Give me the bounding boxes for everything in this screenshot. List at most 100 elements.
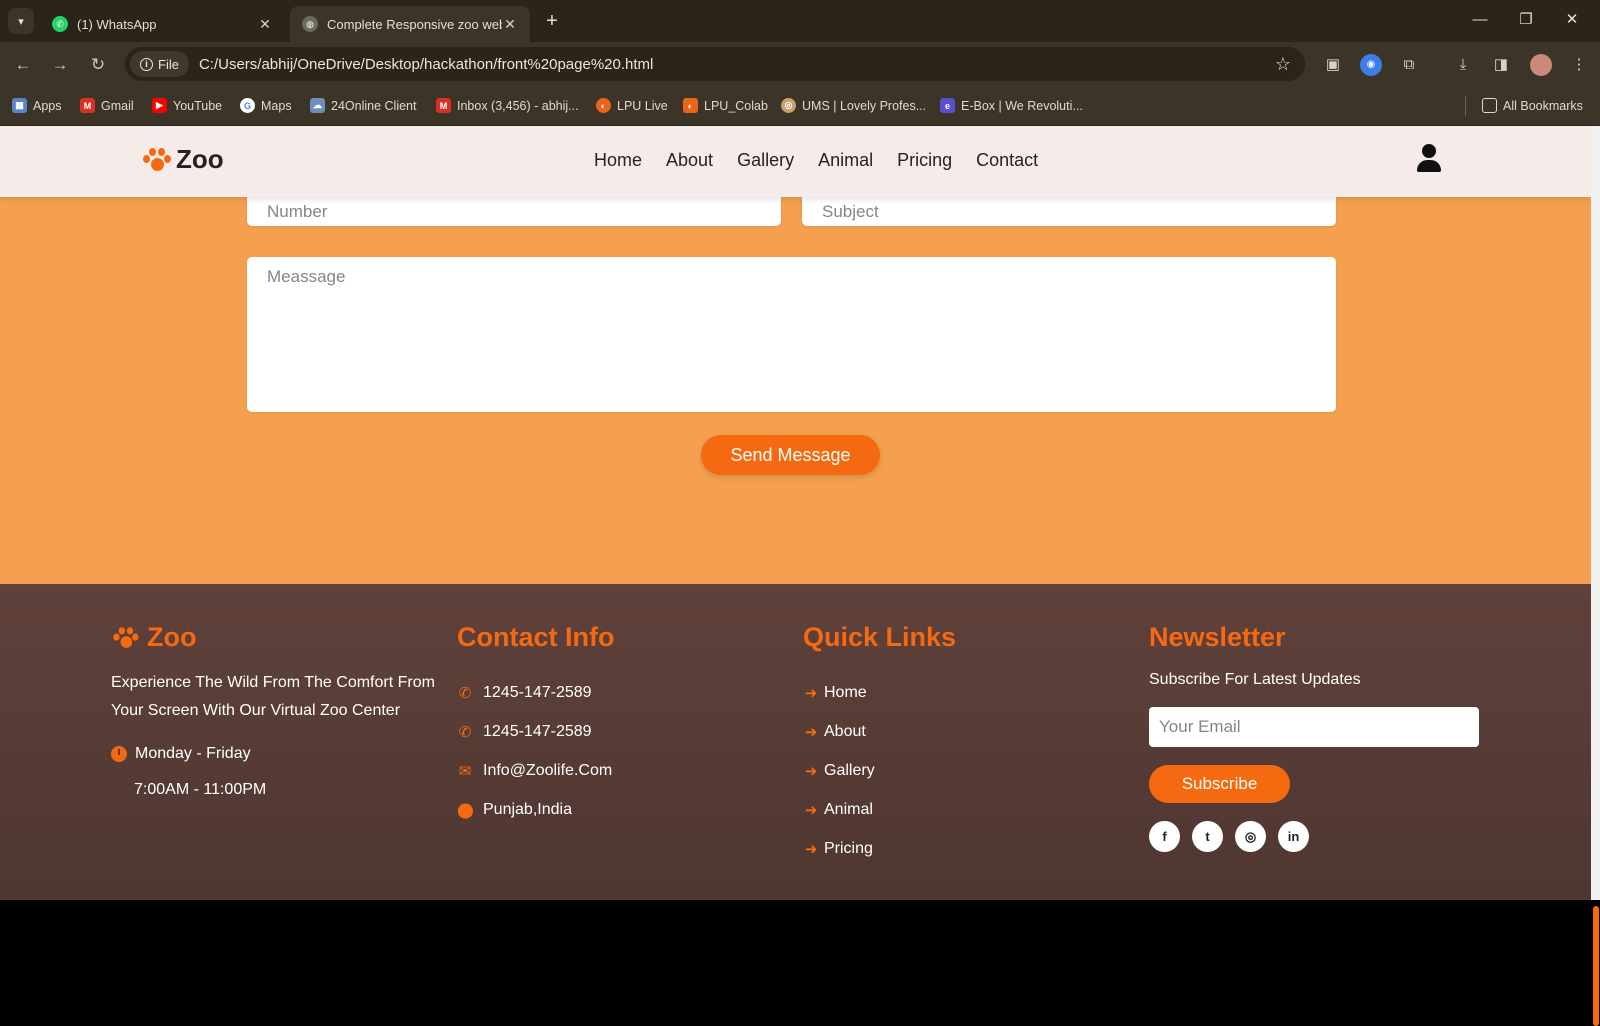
facebook-icon[interactable]: f [1149, 821, 1180, 852]
back-icon[interactable]: ← [11, 53, 35, 77]
arrow-right-icon: ➜ [804, 684, 818, 702]
youtube-icon: ▶ [152, 98, 167, 113]
all-bookmarks[interactable]: All Bookmarks [1482, 98, 1583, 113]
bookmark-24online[interactable]: ☁ 24Online Client [310, 98, 416, 113]
contact-location[interactable]: ⬤ Punjab,India [457, 790, 614, 829]
instagram-icon[interactable]: ◎ [1235, 821, 1266, 852]
menu-icon[interactable]: ⋮ [1568, 54, 1590, 76]
quick-link-home[interactable]: ➜ Home [803, 673, 956, 712]
bookmark-label: LPU Live [617, 98, 668, 113]
file-chip-label: File [158, 56, 179, 72]
linkedin-icon[interactable]: in [1278, 821, 1309, 852]
contact-phone-1[interactable]: ✆ 1245-147-2589 [457, 673, 614, 712]
footer-brand-column: Zoo Experience The Wild From The Comfort… [111, 622, 436, 799]
address-bar[interactable]: i File C:/Users/abhij/OneDrive/Desktop/h… [125, 47, 1305, 81]
contact-list: ✆ 1245-147-2589 ✆ 1245-147-2589 ✉ Info@Zool… [457, 673, 614, 829]
bookmark-label: Gmail [101, 98, 134, 113]
quick-link-label: Pricing [824, 839, 873, 857]
bookmark-star-icon[interactable]: ☆ [1275, 54, 1291, 75]
gmail-icon: M [80, 98, 95, 113]
bookmark-youtube[interactable]: ▶ YouTube [152, 98, 222, 113]
folder-icon [1482, 98, 1497, 113]
bookmark-inbox[interactable]: M Inbox (3,456) - abhij... [436, 98, 579, 113]
forward-icon[interactable]: → [48, 53, 72, 77]
extension-blue-icon[interactable]: ◉ [1360, 54, 1382, 76]
minimize-icon[interactable]: — [1460, 8, 1500, 32]
send-message-button[interactable]: Send Message [701, 435, 880, 475]
quick-link-label: About [824, 722, 866, 740]
reload-icon[interactable]: ↻ [86, 53, 110, 77]
tab-search-button[interactable]: ▾ [8, 8, 34, 34]
footer-brand-title[interactable]: Zoo [111, 622, 436, 653]
quick-link-label: Home [824, 683, 867, 701]
quick-link-label: Gallery [824, 761, 875, 779]
bookmark-ums[interactable]: ◎ UMS | Lovely Profes... [781, 98, 926, 113]
contact-text: Punjab,India [483, 800, 572, 818]
contact-email[interactable]: ✉ Info@Zoolife.Com [457, 751, 614, 790]
new-tab-button[interactable]: + [540, 9, 564, 33]
tab-zoo-website[interactable]: ◍ Complete Responsive zoo webs ✕ [290, 6, 530, 42]
envelope-icon: ✉ [458, 762, 472, 780]
quick-link-about[interactable]: ➜ About [803, 712, 956, 751]
twitter-icon[interactable]: t [1192, 821, 1223, 852]
nav-home[interactable]: Home [594, 150, 642, 171]
bookmark-maps[interactable]: G Maps [240, 98, 292, 113]
quick-link-pricing[interactable]: ➜ Pricing [803, 829, 956, 868]
bookmark-label: 24Online Client [331, 98, 417, 113]
arrow-right-icon: ➜ [804, 723, 818, 741]
phone-icon: ✆ [458, 684, 472, 702]
nav-about[interactable]: About [666, 150, 713, 171]
nav-pricing[interactable]: Pricing [897, 150, 952, 171]
tab-whatsapp[interactable]: ✆ (1) WhatsApp ✕ [40, 6, 285, 42]
nav-contact[interactable]: Contact [976, 150, 1038, 171]
browser-toolbar: ← → ↻ i File C:/Users/abhij/OneDrive/Des… [0, 42, 1600, 88]
scrollbar-thumb[interactable] [1593, 906, 1599, 1026]
whatsapp-icon: ✆ [52, 16, 68, 32]
url-text[interactable]: C:/Users/abhij/OneDrive/Desktop/hackatho… [199, 56, 1275, 73]
newsletter-email-input[interactable]: Your Email [1149, 707, 1479, 747]
cloud-icon: ☁ [310, 98, 325, 113]
puzzle-icon[interactable]: ⧉ [1398, 54, 1420, 76]
bookmark-lpu-live[interactable]: ◐ LPU Live [596, 98, 668, 113]
user-icon[interactable] [1416, 144, 1442, 174]
apps-grid-icon: ▦ [12, 98, 27, 113]
contact-phone-2[interactable]: ✆ 1245-147-2589 [457, 712, 614, 751]
page-scrollbar[interactable] [1591, 126, 1600, 1026]
tab-title: Complete Responsive zoo webs [327, 16, 502, 32]
download-icon[interactable]: ⤓ [1452, 54, 1474, 76]
bookmark-lpu-colab[interactable]: ◐ LPU_Colab [683, 98, 768, 113]
quick-link-gallery[interactable]: ➜ Gallery [803, 751, 956, 790]
info-icon: i [140, 57, 153, 71]
site-info-chip[interactable]: i File [130, 51, 189, 77]
site-logo[interactable]: Zoo [142, 144, 224, 175]
footer-description: Experience The Wild From The Comfort Fro… [111, 674, 435, 719]
bookmark-label: E-Box | We Revoluti... [961, 98, 1083, 113]
footer-contact-column: Contact Info ✆ 1245-147-2589 ✆ 1245-147-25… [457, 622, 614, 829]
restore-icon[interactable]: ❐ [1506, 8, 1546, 32]
bookmark-label: All Bookmarks [1503, 98, 1583, 113]
side-panel-icon[interactable]: ◨ [1490, 54, 1512, 76]
nav-animal[interactable]: Animal [818, 150, 873, 171]
newsletter-title: Newsletter [1149, 622, 1286, 652]
window-close-icon[interactable]: ✕ [1552, 8, 1592, 32]
close-icon[interactable]: ✕ [257, 16, 273, 33]
phone-icon: ✆ [458, 723, 472, 741]
quick-link-label: Animal [824, 800, 873, 818]
bookmark-apps[interactable]: ▦ Apps [12, 98, 62, 113]
social-links: f t ◎ in [1149, 821, 1479, 852]
bookmark-gmail[interactable]: M Gmail [80, 98, 134, 113]
bookmark-label: UMS | Lovely Profes... [802, 98, 927, 113]
message-textarea[interactable]: Meassage [247, 257, 1336, 412]
bookmark-ebox[interactable]: e E-Box | We Revoluti... [940, 98, 1083, 113]
subscribe-button[interactable]: Subscribe [1149, 765, 1290, 803]
main-nav: Home About Gallery Animal Pricing Contac… [594, 150, 1038, 171]
profile-avatar[interactable] [1530, 54, 1552, 76]
nav-gallery[interactable]: Gallery [737, 150, 794, 171]
close-icon[interactable]: ✕ [502, 16, 518, 33]
bookmark-label: YouTube [173, 98, 223, 113]
tab-title: (1) WhatsApp [77, 16, 157, 32]
contact-text: 1245-147-2589 [483, 722, 592, 740]
extension-icon[interactable]: ▣ [1322, 54, 1344, 76]
opening-days: Monday - Friday [111, 745, 436, 763]
quick-link-animal[interactable]: ➜ Animal [803, 790, 956, 829]
